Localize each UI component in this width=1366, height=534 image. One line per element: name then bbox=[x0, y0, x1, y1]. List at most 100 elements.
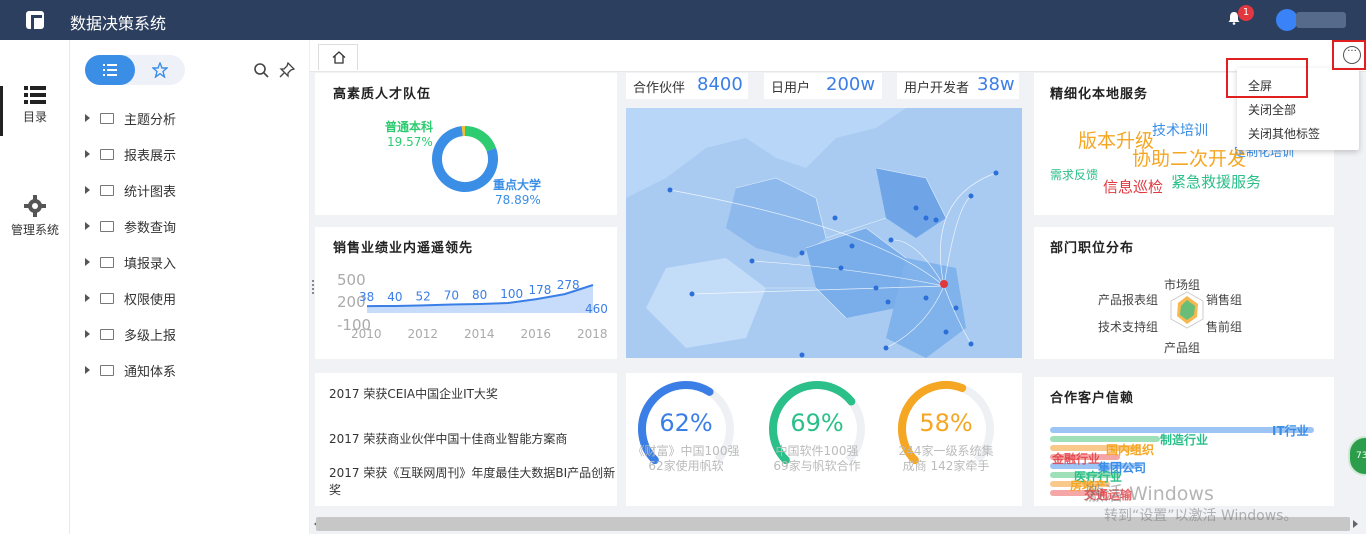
directory-sidebar: 主题分析 报表展示 统计图表 参数查询 填报录入 权限使用 多级上报 通知体系 bbox=[70, 40, 310, 534]
nav-item-management[interactable]: 管理系统 bbox=[0, 195, 70, 238]
donut-value-key: 78.89% bbox=[495, 193, 541, 207]
data-label: 80 bbox=[472, 288, 487, 302]
expand-arrow-icon[interactable] bbox=[85, 150, 90, 158]
data-label: 100 bbox=[500, 287, 523, 301]
app-logo[interactable] bbox=[26, 11, 44, 29]
menu-item-close-others[interactable]: 关闭其他标签 bbox=[1248, 125, 1320, 142]
radar-label: 产品组 bbox=[1164, 341, 1201, 355]
gauges-chart: 62% 《财富》中国100强62家使用帆软 69% 中国软件100强69家与帆软合作 5… bbox=[633, 381, 994, 473]
radar-label: 售前组 bbox=[1206, 320, 1243, 334]
avatar[interactable] bbox=[1276, 9, 1298, 31]
splitter-handle[interactable] bbox=[312, 280, 316, 294]
client-label: 金融行业 bbox=[1052, 452, 1101, 466]
data-label: 70 bbox=[444, 289, 459, 303]
tree-item[interactable]: 填报录入 bbox=[85, 252, 176, 272]
clients-title: 合作客户信赖 bbox=[1050, 391, 1135, 406]
tree-item[interactable]: 通知体系 bbox=[85, 360, 176, 380]
star-icon bbox=[152, 62, 168, 78]
data-label: 178 bbox=[529, 283, 552, 297]
windows-activation-subtitle: 转到“设置”以激活 Windows。 bbox=[1104, 508, 1298, 524]
pin-icon[interactable] bbox=[279, 62, 295, 78]
donut-slice bbox=[464, 126, 497, 152]
donut-label-regular: 普通本科 bbox=[385, 119, 433, 134]
gauge-value: 69% bbox=[790, 409, 843, 437]
expand-arrow-icon[interactable] bbox=[85, 222, 90, 230]
data-label: 38 bbox=[359, 290, 374, 304]
view-toggle bbox=[85, 55, 185, 85]
client-label: 制造行业 bbox=[1160, 433, 1209, 447]
tree-item[interactable]: 参数查询 bbox=[85, 216, 176, 236]
tree-item[interactable]: 多级上报 bbox=[85, 324, 176, 344]
folder-icon bbox=[100, 184, 114, 196]
search-icon[interactable] bbox=[253, 62, 269, 78]
stat-daily-users: 日用户 200w bbox=[764, 73, 882, 99]
expand-arrow-icon[interactable] bbox=[85, 114, 90, 122]
client-label: 国内组织 bbox=[1106, 443, 1155, 457]
expand-arrow-icon[interactable] bbox=[85, 366, 90, 374]
app-title: 数据决策系统 bbox=[70, 14, 167, 33]
word-cloud-item: 紧急救援服务 bbox=[1171, 173, 1262, 191]
map-graphic bbox=[626, 108, 1022, 358]
data-label: 40 bbox=[387, 290, 402, 304]
sales-area-chart: 500200-1002010 2012 2014 2016 201838 40 52 70 80… bbox=[337, 271, 608, 341]
folder-icon bbox=[100, 220, 114, 232]
user-name-blurred[interactable] bbox=[1296, 12, 1346, 28]
gauge-caption: 244家一级系统集 bbox=[899, 443, 994, 458]
folder-icon bbox=[100, 256, 114, 268]
y-tick-label: 500 bbox=[337, 271, 366, 289]
gauge-caption: 成商 142家牵手 bbox=[903, 458, 990, 473]
x-tick-label: 2010 bbox=[351, 327, 382, 341]
folder-icon bbox=[100, 364, 114, 376]
client-label: IT行业 bbox=[1272, 424, 1309, 438]
left-nav: 目录 管理系统 bbox=[0, 40, 70, 534]
award-item: 2017 荣获商业伙伴中国十佳商业智能方案商 bbox=[329, 432, 568, 446]
floating-monitor-widget[interactable]: 73 bbox=[1348, 436, 1366, 476]
expand-arrow-icon[interactable] bbox=[85, 294, 90, 302]
word-cloud-item: 技术培训 bbox=[1152, 123, 1208, 139]
stat-developers: 用户开发者 38w bbox=[897, 73, 1019, 99]
top-bar: 数据决策系统 1 bbox=[0, 0, 1366, 40]
tab-bar bbox=[310, 40, 1366, 72]
nav-item-directory[interactable]: 目录 bbox=[0, 86, 70, 125]
word-cloud-item: 需求反馈 bbox=[1050, 168, 1099, 182]
tree-item[interactable]: 统计图表 bbox=[85, 180, 176, 200]
list-view-button[interactable] bbox=[85, 55, 135, 85]
scroll-right-arrow-icon[interactable] bbox=[1353, 520, 1358, 528]
word-cloud-item: 协助二次开发 bbox=[1132, 148, 1247, 170]
sales-card: 销售业绩业内遥遥领先 500 200 -100 2010 2012 2014 2016 201… bbox=[315, 227, 617, 359]
dept-card: 部门职位分布 市场组 销售组 售前组 产品组 技术支持组 产品报表组 bbox=[1034, 227, 1334, 359]
china-map bbox=[626, 108, 1022, 358]
radar-label: 产品报表组 bbox=[1098, 293, 1159, 307]
word-cloud-item: 信息巡检 bbox=[1103, 178, 1164, 196]
favorites-button[interactable] bbox=[135, 55, 185, 85]
data-label: 460 bbox=[585, 302, 608, 316]
service-title: 精细化本地服务 bbox=[1050, 87, 1149, 102]
expand-arrow-icon[interactable] bbox=[85, 186, 90, 194]
donut-value-regular: 19.57% bbox=[387, 135, 433, 149]
expand-arrow-icon[interactable] bbox=[85, 330, 90, 338]
gauge-caption: 中国软件100强 bbox=[776, 443, 859, 458]
folder-icon bbox=[100, 148, 114, 160]
expand-arrow-icon[interactable] bbox=[85, 258, 90, 266]
data-label: 278 bbox=[557, 278, 580, 292]
talent-card: 高素质人才队伍 普通本科 19.57% 重点大学 78.89% bbox=[315, 73, 617, 215]
awards-card: 2017 荣获CEIA中国企业IT大奖 2017 荣获商业伙伴中国十佳商业智能方… bbox=[315, 373, 617, 506]
tree-item[interactable]: 报表展示 bbox=[85, 144, 176, 164]
gear-icon bbox=[24, 195, 46, 217]
folder-icon bbox=[100, 112, 114, 124]
gauge-caption: 69家与帆软合作 bbox=[773, 458, 860, 473]
nav-item-label: 管理系统 bbox=[10, 223, 59, 237]
award-item: 2017 荣获CEIA中国企业IT大奖 bbox=[329, 387, 498, 401]
tab-home[interactable] bbox=[318, 44, 358, 70]
highlight-more-options bbox=[1332, 40, 1366, 70]
notification-badge: 1 bbox=[1238, 5, 1254, 21]
list-icon bbox=[24, 86, 46, 104]
x-tick-label: 2016 bbox=[521, 327, 552, 341]
menu-item-close-all[interactable]: 关闭全部 bbox=[1248, 101, 1296, 118]
nav-item-label: 目录 bbox=[22, 110, 47, 124]
radar-label: 技术支持组 bbox=[1098, 320, 1159, 334]
tree-item[interactable]: 权限使用 bbox=[85, 288, 176, 308]
talent-donut-chart: 普通本科 19.57% 重点大学 78.89% bbox=[385, 119, 541, 207]
folder-icon bbox=[100, 292, 114, 304]
tree-item[interactable]: 主题分析 bbox=[85, 108, 176, 128]
